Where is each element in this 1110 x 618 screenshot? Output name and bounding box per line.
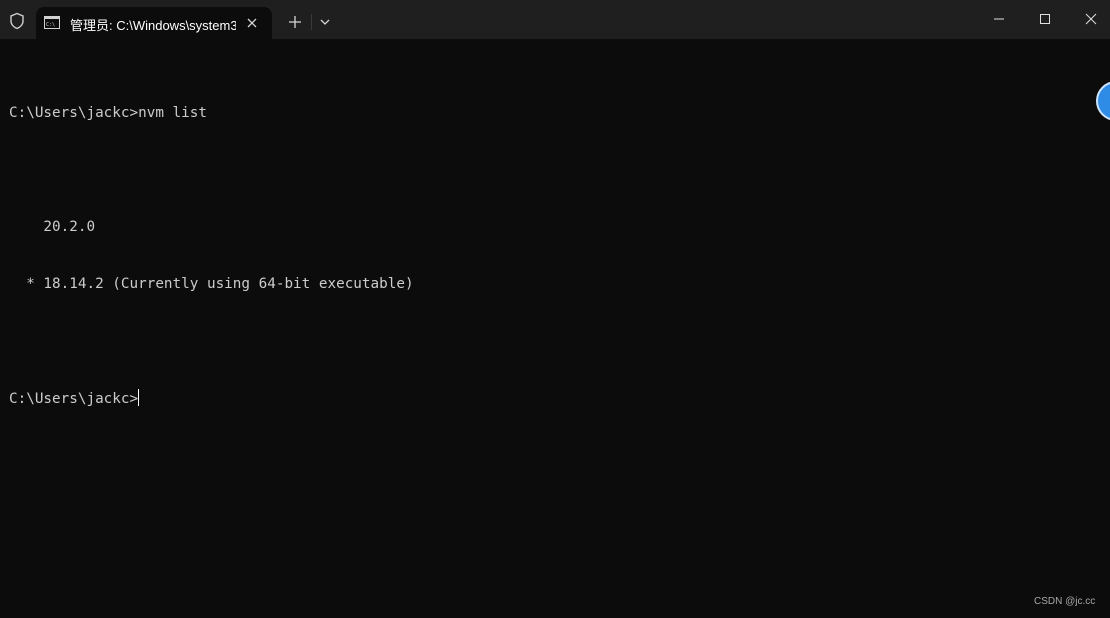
chevron-down-icon[interactable] [318, 15, 332, 29]
title-bar: C:\ 管理员: C:\Windows\system32 [0, 0, 1110, 39]
maximize-icon [1040, 14, 1050, 24]
shield-icon [8, 12, 26, 30]
terminal-prompt: C:\Users\jackc> [9, 391, 139, 407]
close-icon [1085, 13, 1097, 25]
terminal-line: 20.2.0 [9, 219, 96, 235]
terminal-tab[interactable]: C:\ 管理员: C:\Windows\system32 [36, 7, 272, 39]
close-window-button[interactable] [1068, 4, 1110, 34]
terminal-content[interactable]: C:\Users\jackc>nvm list 20.2.0 * 18.14.2… [0, 39, 1110, 618]
maximize-button[interactable] [1022, 4, 1068, 34]
tab-separator [311, 14, 312, 30]
cmd-icon: C:\ [44, 16, 60, 29]
minimize-button[interactable] [976, 4, 1022, 34]
terminal-line: * 18.14.2 (Currently using 64-bit execut… [9, 276, 414, 292]
tab-title: 管理员: C:\Windows\system32 [70, 18, 236, 33]
terminal-line: C:\Users\jackc>nvm list [9, 105, 207, 121]
plus-icon[interactable] [286, 13, 304, 31]
terminal-output: C:\Users\jackc>nvm list 20.2.0 * 18.14.2… [9, 66, 1110, 446]
minimize-icon [994, 18, 1004, 20]
svg-text:C:\: C:\ [46, 22, 55, 28]
terminal-prompt-line[interactable]: C:\Users\jackc> [9, 389, 1110, 408]
text-cursor [138, 389, 140, 406]
watermark: CSDN @jc.cc [1034, 596, 1096, 607]
close-icon[interactable] [244, 15, 260, 31]
